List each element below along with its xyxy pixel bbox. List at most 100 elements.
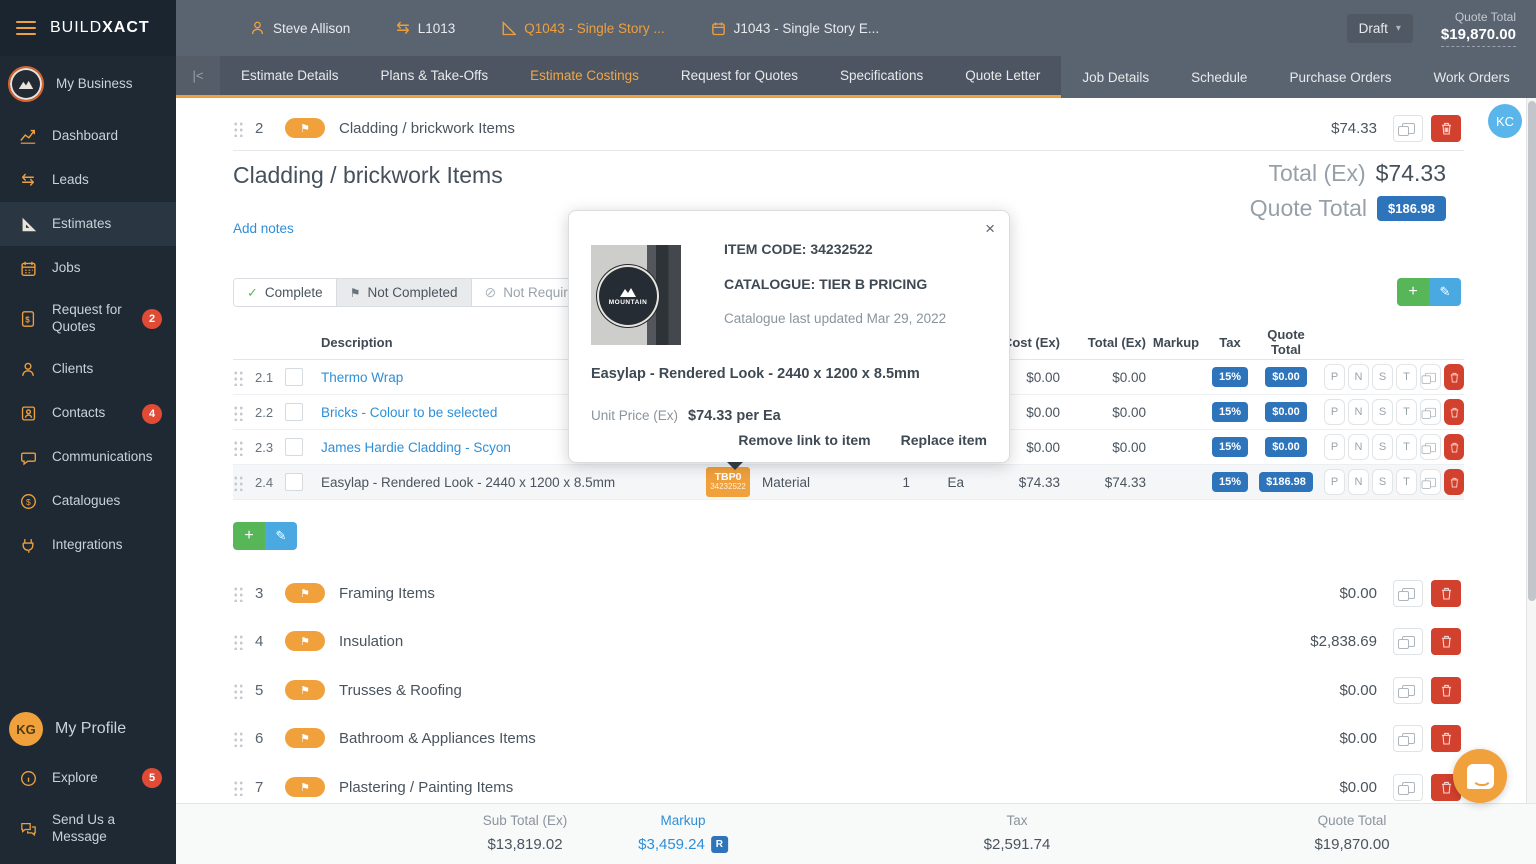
row-action-t-button[interactable]: T — [1396, 434, 1417, 460]
row-action-t-button[interactable]: T — [1396, 399, 1417, 425]
sidebar-item-my-profile[interactable]: KG My Profile — [0, 702, 176, 756]
tax-badge[interactable]: 15% — [1211, 402, 1249, 422]
row-action-p-button[interactable]: P — [1324, 399, 1345, 425]
hamburger-menu-icon[interactable] — [16, 21, 36, 35]
sidebar-item-request-for-quotes[interactable]: $ Request for Quotes 2 — [0, 290, 176, 348]
row-action-s-button[interactable]: S — [1372, 434, 1393, 460]
copy-group-button[interactable] — [1393, 773, 1423, 801]
sidebar-item-catalogues[interactable]: $ Catalogues — [0, 480, 176, 524]
row-action-p-button[interactable]: P — [1324, 364, 1345, 390]
support-chat-button[interactable] — [1453, 749, 1507, 803]
row-quote-total-badge[interactable]: $186.98 — [1259, 472, 1313, 492]
tax-badge[interactable]: 15% — [1211, 472, 1249, 492]
row-action-s-button[interactable]: S — [1372, 364, 1393, 390]
tab-plans-take-offs[interactable]: Plans & Take-Offs — [360, 56, 510, 95]
drag-handle[interactable] — [233, 681, 244, 699]
copy-group-button[interactable] — [1393, 676, 1423, 704]
tab-schedule[interactable]: Schedule — [1170, 56, 1268, 98]
edit-items-button[interactable]: ✎ — [1429, 278, 1461, 306]
row-action-t-button[interactable]: T — [1396, 469, 1417, 495]
tabs-collapse-button[interactable]: |< — [176, 56, 220, 95]
tab-purchase-orders[interactable]: Purchase Orders — [1268, 56, 1412, 98]
remove-link-button[interactable]: Remove link to item — [738, 432, 870, 448]
tax-badge[interactable]: 15% — [1211, 437, 1249, 457]
topbar-lead-ref[interactable]: ⇆ L1013 — [396, 18, 455, 38]
row-quote-total-badge[interactable]: $0.00 — [1265, 402, 1307, 422]
sidebar-item-explore[interactable]: Explore 5 — [0, 756, 176, 800]
sidebar-item-dashboard[interactable]: Dashboard — [0, 114, 176, 158]
item-description-link[interactable]: James Hardie Cladding - Scyon — [321, 440, 511, 455]
delete-row-button[interactable] — [1444, 364, 1464, 390]
row-quote-total-badge[interactable]: $0.00 — [1265, 367, 1307, 387]
tab-estimate-details[interactable]: Estimate Details — [220, 56, 360, 95]
close-icon[interactable]: × — [985, 219, 995, 239]
row-checkbox[interactable] — [285, 473, 303, 491]
copy-group-button[interactable] — [1393, 627, 1423, 655]
tab-job-details[interactable]: Job Details — [1061, 56, 1170, 98]
flag-pill[interactable]: ⚑ — [285, 680, 325, 700]
linked-item-tag[interactable]: TBP0 34232522 — [706, 467, 750, 497]
row-action-n-button[interactable]: N — [1348, 364, 1369, 390]
flag-pill[interactable]: ⚑ — [285, 583, 325, 603]
tab-work-orders[interactable]: Work Orders — [1412, 56, 1530, 98]
scrollbar-thumb[interactable] — [1528, 101, 1536, 601]
row-action-t-button[interactable]: T — [1396, 364, 1417, 390]
flag-pill[interactable]: ⚑ — [285, 631, 325, 651]
copy-group-button[interactable] — [1393, 579, 1423, 607]
row-checkbox[interactable] — [285, 403, 303, 421]
row-action-s-button[interactable]: S — [1372, 469, 1393, 495]
drag-handle[interactable] — [233, 438, 244, 456]
row-action-n-button[interactable]: N — [1348, 434, 1369, 460]
item-description-link[interactable]: Bricks - Colour to be selected — [321, 405, 497, 420]
sidebar-item-contacts[interactable]: Contacts 4 — [0, 392, 176, 436]
delete-row-button[interactable] — [1444, 399, 1464, 425]
item-description-link[interactable]: Thermo Wrap — [321, 370, 403, 385]
row-action-p-button[interactable]: P — [1324, 434, 1345, 460]
markup-link[interactable]: Markup — [638, 813, 728, 828]
sidebar-item-integrations[interactable]: Integrations — [0, 524, 176, 568]
tax-badge[interactable]: 15% — [1211, 367, 1249, 387]
delete-group-button[interactable] — [1431, 676, 1461, 704]
row-checkbox[interactable] — [285, 438, 303, 456]
sidebar-item-jobs[interactable]: Jobs — [0, 246, 176, 290]
flag-pill[interactable]: ⚑ — [285, 777, 325, 797]
sidebar-item-communications[interactable]: Communications — [0, 436, 176, 480]
edit-items-button[interactable]: ✎ — [265, 522, 297, 550]
copy-row-button[interactable] — [1420, 399, 1441, 425]
status-dropdown[interactable]: Draft ▾ — [1346, 13, 1413, 43]
drag-handle[interactable] — [233, 729, 244, 747]
topbar-quote-ref[interactable]: Q1043 - Single Story ... — [501, 20, 665, 36]
add-item-button[interactable]: + — [233, 522, 265, 550]
vertical-scrollbar[interactable] — [1526, 98, 1536, 864]
delete-group-button[interactable] — [1431, 114, 1461, 142]
drag-handle[interactable] — [233, 119, 244, 137]
add-item-button[interactable]: + — [1397, 278, 1429, 306]
sidebar-item-leads[interactable]: ⇆ Leads — [0, 158, 176, 202]
drag-handle[interactable] — [233, 778, 244, 796]
tab-specifications[interactable]: Specifications — [819, 56, 944, 95]
row-checkbox[interactable] — [285, 368, 303, 386]
copy-row-button[interactable] — [1420, 364, 1441, 390]
delete-row-button[interactable] — [1444, 434, 1464, 460]
drag-handle[interactable] — [233, 632, 244, 650]
collaborator-avatar[interactable]: KC — [1488, 104, 1522, 138]
tab-quote-letter[interactable]: Quote Letter — [944, 56, 1061, 95]
topbar-user[interactable]: Steve Allison — [250, 20, 350, 36]
delete-group-button[interactable] — [1431, 579, 1461, 607]
drag-handle[interactable] — [233, 473, 244, 491]
delete-group-button[interactable] — [1431, 627, 1461, 655]
tab-actuals-costings[interactable]: Actuals Costin — [1531, 56, 1536, 98]
sidebar-item-clients[interactable]: Clients — [0, 348, 176, 392]
sidebar-item-my-business[interactable]: My Business — [0, 56, 176, 114]
sidebar-item-estimates[interactable]: Estimates — [0, 202, 176, 246]
add-notes-link[interactable]: Add notes — [233, 221, 294, 236]
row-action-n-button[interactable]: N — [1348, 469, 1369, 495]
flag-pill[interactable]: ⚑ — [285, 118, 325, 138]
delete-group-button[interactable] — [1431, 724, 1461, 752]
tab-estimate-costings[interactable]: Estimate Costings — [509, 56, 660, 95]
row-action-s-button[interactable]: S — [1372, 399, 1393, 425]
row-action-n-button[interactable]: N — [1348, 399, 1369, 425]
row-action-p-button[interactable]: P — [1324, 469, 1345, 495]
copy-row-button[interactable] — [1420, 469, 1441, 495]
tab-request-for-quotes[interactable]: Request for Quotes — [660, 56, 819, 95]
